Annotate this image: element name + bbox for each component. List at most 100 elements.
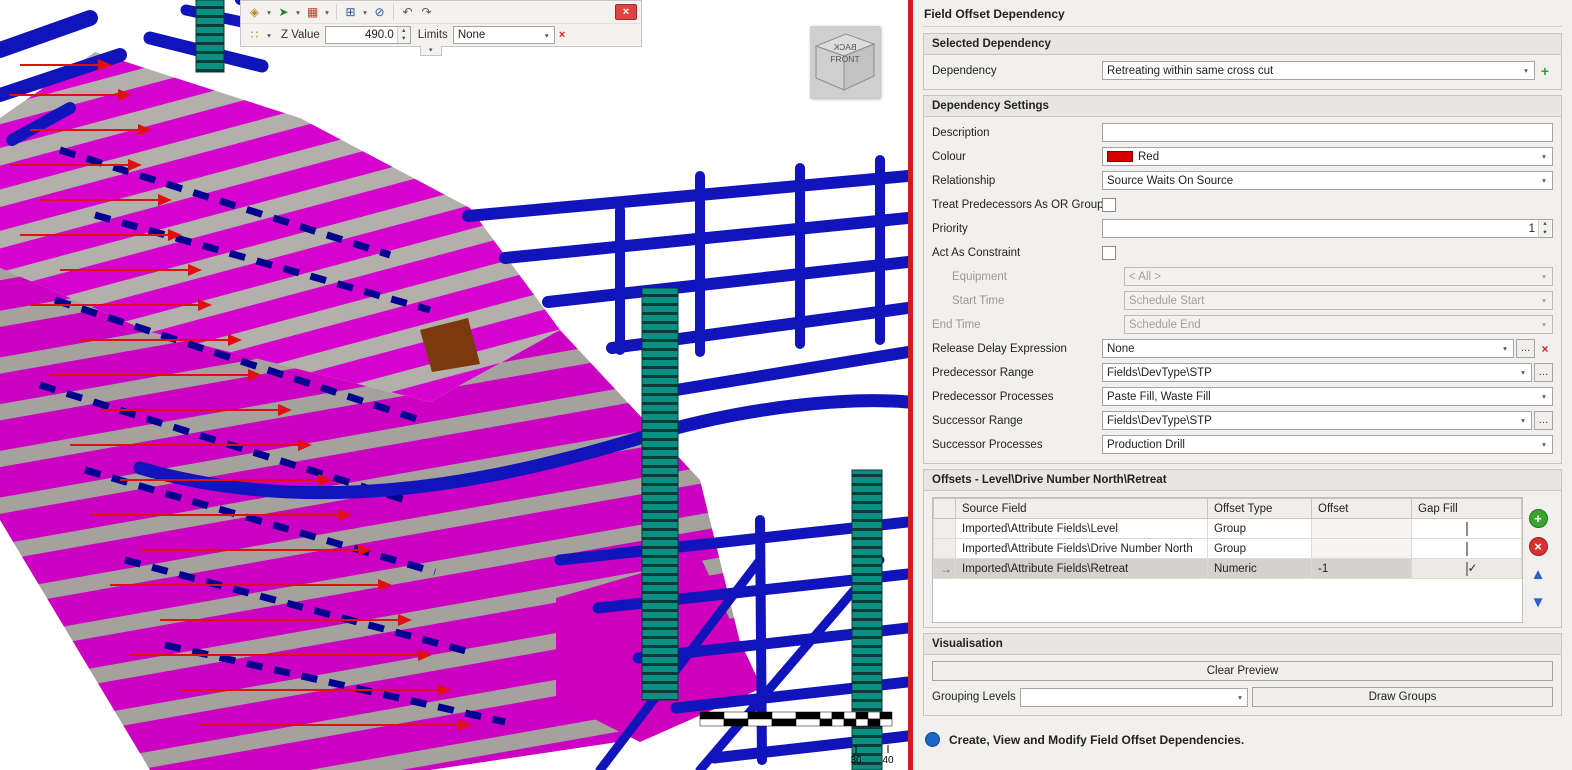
- viewport-3d-scene: 30 40: [0, 0, 908, 770]
- chevron-down-icon[interactable]: ▾: [1516, 416, 1530, 425]
- description-input[interactable]: [1102, 123, 1553, 142]
- gap-fill-cell[interactable]: [1412, 539, 1522, 559]
- z-value-input[interactable]: 490.0 ▴ ▾: [325, 26, 411, 44]
- priority-spinner[interactable]: 1 ▴ ▾: [1102, 219, 1553, 238]
- colour-label: Colour: [932, 151, 1102, 163]
- measure-tool-icon[interactable]: ◈: [245, 4, 264, 21]
- chevron-down-icon[interactable]: ▾: [264, 8, 274, 17]
- predecessor-range-select[interactable]: Fields\DevType\STP ▾: [1102, 363, 1532, 382]
- spin-up-icon[interactable]: ▴: [1543, 220, 1546, 228]
- end-time-select: Schedule End ▾: [1124, 315, 1553, 334]
- undo-icon[interactable]: ↶: [398, 4, 417, 21]
- offset-type-column-header[interactable]: Offset Type: [1208, 499, 1312, 519]
- row-selector[interactable]: [934, 539, 956, 559]
- row-selector[interactable]: [934, 519, 956, 539]
- source-field-cell[interactable]: Imported\Attribute Fields\Drive Number N…: [956, 539, 1208, 559]
- offsets-table-header-row: Source Field Offset Type Offset Gap Fill: [934, 499, 1522, 519]
- gap-fill-column-header[interactable]: Gap Fill: [1412, 499, 1522, 519]
- redo-icon[interactable]: ↷: [417, 4, 436, 21]
- limits-select[interactable]: None ▾: [453, 26, 555, 44]
- offset-cell[interactable]: [1312, 539, 1412, 559]
- chevron-down-icon[interactable]: ▾: [293, 8, 303, 17]
- limits-clear-icon[interactable]: ×: [559, 29, 565, 41]
- grid-tool-icon[interactable]: ▦: [303, 4, 322, 21]
- grouping-levels-select[interactable]: ▾: [1020, 688, 1248, 707]
- predecessor-processes-select[interactable]: Paste Fill, Waste Fill ▾: [1102, 387, 1553, 406]
- table-row[interactable]: → Imported\Attribute Fields\Retreat Nume…: [934, 559, 1522, 579]
- priority-spin-buttons[interactable]: ▴ ▾: [1538, 220, 1551, 237]
- dependency-select[interactable]: Retreating within same cross cut ▾: [1102, 61, 1535, 80]
- gap-fill-checkbox[interactable]: [1466, 522, 1468, 536]
- draw-groups-button[interactable]: Draw Groups: [1252, 687, 1553, 707]
- priority-value: 1: [1107, 223, 1538, 235]
- add-dependency-icon[interactable]: +: [1537, 63, 1553, 79]
- 3d-viewport[interactable]: 30 40 ◈ ▾ ➤ ▾ ▦ ▾ ⊞ ▾ ⊘ ↶ ↷ ×: [0, 0, 908, 770]
- move-down-button[interactable]: ▼: [1529, 593, 1548, 612]
- spin-down-icon[interactable]: ▾: [1543, 229, 1546, 237]
- snap-settings-icon[interactable]: ∷: [245, 27, 264, 44]
- chevron-down-icon[interactable]: ▾: [1516, 368, 1530, 377]
- offset-column-header[interactable]: Offset: [1312, 499, 1412, 519]
- toolbar-separator: [336, 4, 337, 20]
- gap-fill-checkbox[interactable]: [1466, 542, 1468, 556]
- predecessor-range-ellipsis-button[interactable]: …: [1534, 363, 1553, 382]
- chevron-down-icon[interactable]: ▾: [322, 8, 332, 17]
- successor-range-select[interactable]: Fields\DevType\STP ▾: [1102, 411, 1532, 430]
- treat-or-checkbox[interactable]: [1102, 198, 1116, 212]
- source-field-cell[interactable]: Imported\Attribute Fields\Retreat: [956, 559, 1208, 579]
- offset-type-cell[interactable]: Group: [1208, 539, 1312, 559]
- link-tool-icon[interactable]: ⊞: [341, 4, 360, 21]
- release-delay-clear-icon[interactable]: ×: [1537, 342, 1553, 356]
- pointer-tool-icon[interactable]: ➤: [274, 4, 293, 21]
- colour-select[interactable]: Red ▾: [1102, 147, 1553, 166]
- spin-down-icon[interactable]: ▾: [402, 35, 405, 43]
- delete-offset-button[interactable]: ×: [1529, 537, 1548, 556]
- chevron-down-icon[interactable]: ▾: [264, 31, 274, 40]
- offsets-table: Source Field Offset Type Offset Gap Fill…: [932, 497, 1523, 623]
- chevron-down-icon[interactable]: ▾: [1537, 152, 1551, 161]
- offset-type-cell[interactable]: Numeric: [1208, 559, 1312, 579]
- table-row[interactable]: Imported\Attribute Fields\Drive Number N…: [934, 539, 1522, 559]
- chevron-down-icon[interactable]: ▾: [1498, 344, 1512, 353]
- chevron-down-icon[interactable]: ▾: [360, 8, 370, 17]
- spin-up-icon[interactable]: ▴: [402, 27, 405, 35]
- relationship-select[interactable]: Source Waits On Source ▾: [1102, 171, 1553, 190]
- chevron-down-icon[interactable]: ▾: [1519, 66, 1533, 75]
- treat-or-label: Treat Predecessors As OR Group: [932, 199, 1102, 211]
- panel-splitter[interactable]: [908, 0, 913, 770]
- successor-range-ellipsis-button[interactable]: …: [1534, 411, 1553, 430]
- relationship-value: Source Waits On Source: [1107, 175, 1537, 187]
- gap-fill-checkbox[interactable]: [1466, 562, 1468, 576]
- gap-fill-cell[interactable]: [1412, 519, 1522, 539]
- chevron-down-icon[interactable]: ▾: [1537, 392, 1551, 401]
- offset-type-cell[interactable]: Group: [1208, 519, 1312, 539]
- release-delay-ellipsis-button[interactable]: …: [1516, 339, 1535, 358]
- toolbar-overflow-chevron-icon[interactable]: ▾: [420, 46, 442, 56]
- dependency-settings-group: Dependency Settings Description Colour R…: [923, 95, 1562, 464]
- release-delay-row: Release Delay Expression None ▾ … ×: [932, 339, 1553, 358]
- move-up-button[interactable]: ▲: [1529, 565, 1548, 584]
- start-time-label: Start Time: [932, 295, 1102, 307]
- chevron-down-icon[interactable]: ▾: [1233, 693, 1247, 702]
- mirror-tool-icon[interactable]: ⊘: [370, 4, 389, 21]
- view-cube[interactable]: BACK FRONT: [810, 26, 880, 98]
- clear-preview-button[interactable]: Clear Preview: [932, 661, 1553, 681]
- chevron-down-icon[interactable]: ▾: [1537, 440, 1551, 449]
- z-value-spinner[interactable]: ▴ ▾: [397, 27, 410, 43]
- scale-tick-label: 30: [850, 755, 862, 766]
- act-constraint-checkbox[interactable]: [1102, 246, 1116, 260]
- source-field-cell[interactable]: Imported\Attribute Fields\Level: [956, 519, 1208, 539]
- release-delay-select[interactable]: None ▾: [1102, 339, 1514, 358]
- close-toolbar-button[interactable]: ×: [615, 4, 637, 20]
- row-selector[interactable]: →: [934, 559, 956, 579]
- table-row[interactable]: Imported\Attribute Fields\Level Group: [934, 519, 1522, 539]
- gap-fill-cell[interactable]: [1412, 559, 1522, 579]
- viewport-toolbar: ◈ ▾ ➤ ▾ ▦ ▾ ⊞ ▾ ⊘ ↶ ↷ × ∷ ▾ Z Value 4: [240, 0, 642, 47]
- chevron-down-icon[interactable]: ▾: [1537, 176, 1551, 185]
- add-offset-button[interactable]: +: [1529, 509, 1548, 528]
- offset-cell[interactable]: [1312, 519, 1412, 539]
- successor-processes-select[interactable]: Production Drill ▾: [1102, 435, 1553, 454]
- offset-cell[interactable]: -1: [1312, 559, 1412, 579]
- row-selector-header: [934, 499, 956, 519]
- source-field-column-header[interactable]: Source Field: [956, 499, 1208, 519]
